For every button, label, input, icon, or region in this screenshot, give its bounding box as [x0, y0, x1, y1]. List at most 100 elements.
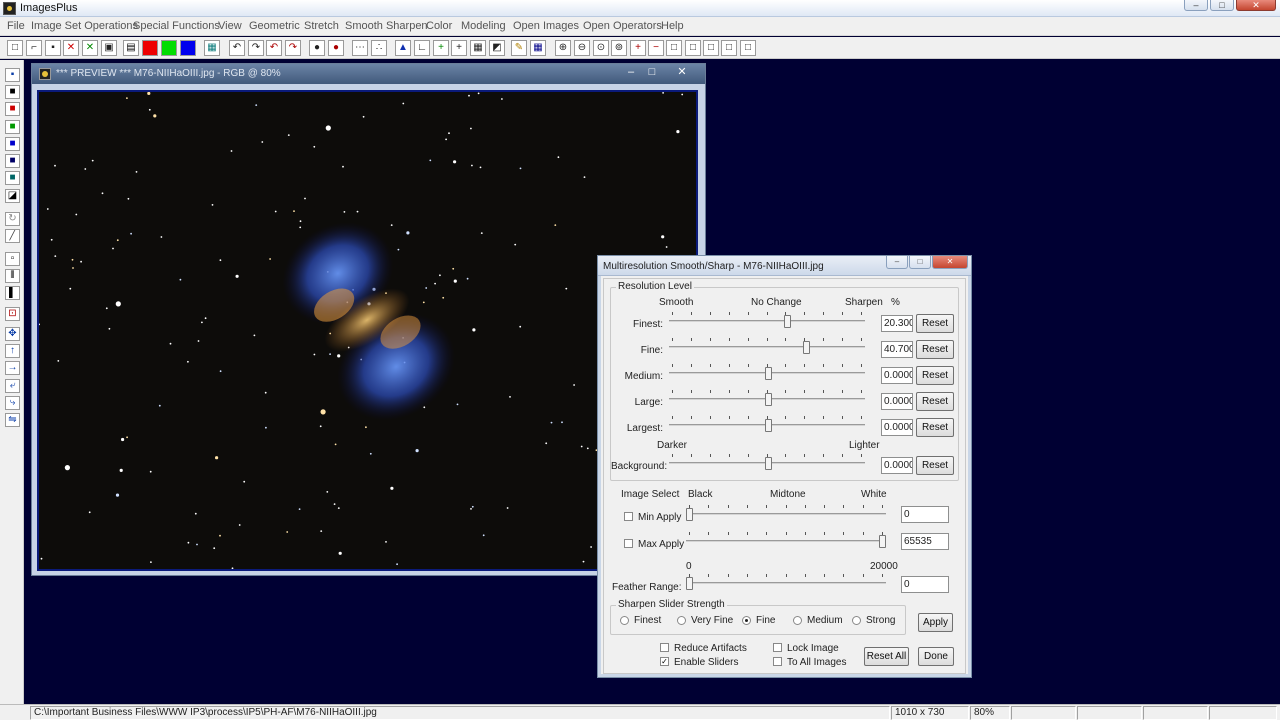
menu-modeling[interactable]: Modeling: [461, 20, 506, 32]
preview-maximize-button[interactable]: □: [642, 65, 662, 80]
zoom-in-icon[interactable]: ⊕: [555, 40, 571, 56]
background-value-field[interactable]: 0.0000: [881, 457, 913, 474]
finest-reset-button[interactable]: Reset: [916, 314, 954, 333]
table-icon[interactable]: ▦: [530, 40, 546, 56]
redo-red-icon[interactable]: ↷: [285, 40, 301, 56]
green-channel-icon[interactable]: [161, 40, 177, 56]
max-apply-field[interactable]: 65535: [901, 533, 949, 550]
light-grid-icon[interactable]: ▦: [470, 40, 486, 56]
save-tool-icon[interactable]: ▪: [5, 68, 20, 82]
square-5-icon[interactable]: □: [740, 40, 756, 56]
largest-value-field[interactable]: 0.0000: [881, 419, 913, 436]
medium-value-field[interactable]: 0.0000: [881, 367, 913, 384]
preview-title-bar[interactable]: *** PREVIEW *** M76-NIIHaOIII.jpg - RGB …: [32, 64, 705, 84]
app-close-button[interactable]: ✕: [1236, 0, 1276, 11]
slider-thumb[interactable]: [879, 535, 886, 548]
large-reset-button[interactable]: Reset: [916, 392, 954, 411]
undo-red-icon[interactable]: ↶: [266, 40, 282, 56]
dotted-line-icon[interactable]: ⋯: [352, 40, 368, 56]
red-tool-icon[interactable]: ■: [5, 102, 20, 116]
grey-tool-icon[interactable]: ↻: [5, 212, 20, 226]
new-file-icon[interactable]: □: [7, 40, 23, 56]
slider-thumb[interactable]: [765, 367, 772, 380]
bars-tool-icon[interactable]: ⦀: [5, 269, 20, 283]
multiresolution-dialog[interactable]: Multiresolution Smooth/Sharp - M76-NIIHa…: [597, 255, 972, 678]
dark-tool-icon[interactable]: ◪: [5, 189, 20, 203]
minus-box-icon[interactable]: −: [648, 40, 664, 56]
red-channel-icon[interactable]: [142, 40, 158, 56]
square-2-icon[interactable]: □: [685, 40, 701, 56]
move-tool-icon[interactable]: ✥: [5, 327, 20, 341]
background-slider[interactable]: [669, 454, 865, 470]
undo-icon[interactable]: ↶: [229, 40, 245, 56]
zoom-actual-icon[interactable]: ⊚: [611, 40, 627, 56]
min-apply-checkbox[interactable]: [624, 512, 633, 521]
slider-thumb[interactable]: [784, 315, 791, 328]
medium-slider[interactable]: [669, 364, 865, 380]
finest-slider[interactable]: [669, 312, 865, 328]
rotate-left-tool-icon[interactable]: ⤶: [5, 379, 20, 393]
add-box-icon[interactable]: +: [630, 40, 646, 56]
paint-icon[interactable]: ◩: [489, 40, 505, 56]
plus-green-icon[interactable]: +: [433, 40, 449, 56]
fine-reset-button[interactable]: Reset: [916, 340, 954, 359]
preview-close-button[interactable]: ✕: [672, 65, 692, 80]
flip-tool-icon[interactable]: ⇋: [5, 413, 20, 427]
navy-tool-icon[interactable]: ■: [5, 154, 20, 168]
arrow-right-tool-icon[interactable]: →: [5, 361, 20, 375]
copy-icon[interactable]: ▣: [101, 40, 117, 56]
largest-reset-button[interactable]: Reset: [916, 418, 954, 437]
reset-all-button[interactable]: Reset All: [864, 647, 909, 666]
dialog-title-bar[interactable]: Multiresolution Smooth/Sharp - M76-NIIHa…: [598, 256, 971, 276]
menu-geometric[interactable]: Geometric: [249, 20, 300, 32]
menu-open-images[interactable]: Open Images: [513, 20, 579, 32]
menu-smooth-sharpen[interactable]: Smooth Sharpen: [345, 20, 428, 32]
pencil-icon[interactable]: ✎: [511, 40, 527, 56]
square-1-icon[interactable]: □: [666, 40, 682, 56]
arrow-up-tool-icon[interactable]: ↑: [5, 344, 20, 358]
menu-open-operators[interactable]: Open Operators: [583, 20, 662, 32]
strength-strong-radio[interactable]: [852, 616, 861, 625]
large-value-field[interactable]: 0.0000: [881, 393, 913, 410]
dialog-close-button[interactable]: ✕: [932, 256, 968, 269]
min-apply-field[interactable]: 0: [901, 506, 949, 523]
large-slider[interactable]: [669, 390, 865, 406]
slider-thumb[interactable]: [686, 508, 693, 521]
max-apply-checkbox[interactable]: [624, 539, 633, 548]
square-tool-icon[interactable]: ▫: [5, 252, 20, 266]
apply-button[interactable]: Apply: [918, 613, 953, 632]
points-icon[interactable]: ∴: [371, 40, 387, 56]
black-bar-tool-icon[interactable]: ▌: [5, 286, 20, 300]
menu-image-set-operations[interactable]: Image Set Operations: [31, 20, 138, 32]
teal-tool-icon[interactable]: ■: [5, 171, 20, 185]
redo-icon[interactable]: ↷: [248, 40, 264, 56]
zoom-out-icon[interactable]: ⊖: [574, 40, 590, 56]
min-apply-slider[interactable]: [686, 505, 886, 521]
feather-range-slider[interactable]: [686, 574, 886, 590]
record-red-icon[interactable]: ●: [328, 40, 344, 56]
menu-view[interactable]: View: [218, 20, 242, 32]
menu-help[interactable]: Help: [661, 20, 684, 32]
slider-thumb[interactable]: [686, 577, 693, 590]
blue-tool-icon[interactable]: ■: [5, 137, 20, 151]
preview-minimize-button[interactable]: –: [621, 65, 641, 80]
feather-range-field[interactable]: 0: [901, 576, 949, 593]
slider-thumb[interactable]: [765, 457, 772, 470]
lock-image-checkbox[interactable]: [773, 643, 782, 652]
rotate-right-tool-icon[interactable]: ⤷: [5, 396, 20, 410]
dialog-minimize-button[interactable]: –: [886, 256, 908, 269]
triangle-blue-icon[interactable]: ▲: [395, 40, 411, 56]
slider-thumb[interactable]: [765, 419, 772, 432]
finest-value-field[interactable]: 20.3000: [881, 315, 913, 332]
green-tool-icon[interactable]: ■: [5, 120, 20, 134]
crop-tool-icon[interactable]: ⊡: [5, 307, 20, 321]
strength-finest-radio[interactable]: [620, 616, 629, 625]
slider-thumb[interactable]: [765, 393, 772, 406]
dialog-maximize-button[interactable]: □: [909, 256, 931, 269]
medium-reset-button[interactable]: Reset: [916, 366, 954, 385]
enable-sliders-checkbox[interactable]: ✓: [660, 657, 669, 666]
blue-channel-icon[interactable]: [180, 40, 196, 56]
to-all-images-checkbox[interactable]: [773, 657, 782, 666]
rgb-channels-icon[interactable]: ▤: [123, 40, 139, 56]
save-icon[interactable]: ▪: [45, 40, 61, 56]
